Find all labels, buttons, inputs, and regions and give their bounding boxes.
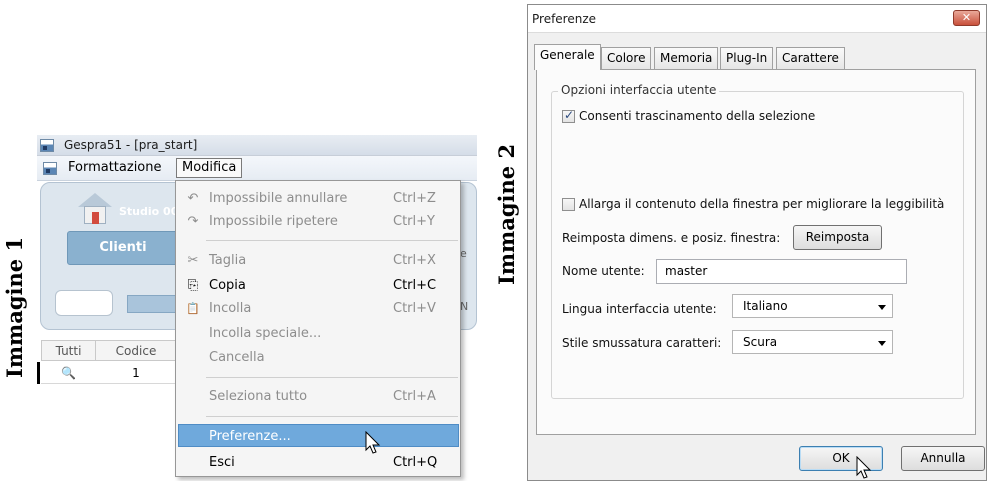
checkbox-drag-selection-label[interactable]: Consenti trascinamento della selezione bbox=[579, 109, 815, 123]
cancel-button[interactable]: Annulla bbox=[901, 446, 985, 471]
checkbox-enlarge-content-label[interactable]: Allarga il contenuto della finestra per … bbox=[579, 197, 944, 211]
language-label: Lingua interfaccia utente: bbox=[562, 302, 717, 316]
home-icon[interactable] bbox=[78, 193, 112, 225]
menu-item-ripeti[interactable]: ↷ Impossibile ripetere Ctrl+Y bbox=[178, 210, 459, 233]
menu-item-label: Cancella bbox=[209, 350, 265, 365]
caption-immagine-1: Immagine 1 bbox=[2, 236, 27, 378]
reset-window-button[interactable]: Reimposta bbox=[793, 225, 882, 250]
language-select-value: Italiano bbox=[743, 299, 788, 313]
clienti-button[interactable]: Clienti bbox=[67, 231, 179, 265]
preferences-dialog: Preferenze ✕ Generale Colore Memoria Plu… bbox=[527, 4, 987, 481]
menu-item-shortcut: Ctrl+Z bbox=[393, 191, 436, 206]
grid-header-tutti[interactable]: Tutti bbox=[41, 340, 96, 361]
background-text-fragment: e bbox=[460, 247, 467, 260]
dialog-titlebar: Preferenze ✕ bbox=[528, 5, 986, 33]
menu-item-shortcut: Ctrl+Q bbox=[393, 455, 438, 470]
menu-item-incolla-speciale[interactable]: Incolla speciale... bbox=[178, 322, 459, 345]
document-icon[interactable] bbox=[43, 162, 57, 175]
menu-item-esci[interactable]: Esci Ctrl+Q bbox=[178, 451, 459, 474]
menu-item-seleziona-tutto[interactable]: Seleziona tutto Ctrl+A bbox=[178, 385, 459, 408]
background-bar bbox=[127, 295, 179, 313]
menu-separator bbox=[206, 416, 458, 417]
copy-icon: ⎘ bbox=[187, 278, 199, 293]
checkbox-enlarge-content[interactable] bbox=[562, 198, 575, 211]
menu-item-shortcut: Ctrl+Y bbox=[393, 214, 435, 229]
studio-label: Studio 00 bbox=[119, 205, 179, 218]
chevron-down-icon bbox=[878, 305, 886, 310]
menu-item-label: Incolla bbox=[209, 301, 252, 316]
menu-item-shortcut: Ctrl+V bbox=[393, 301, 436, 316]
modifica-dropdown: ↶ Impossibile annullare Ctrl+Z ↷ Impossi… bbox=[175, 180, 461, 477]
menu-item-shortcut: Ctrl+X bbox=[393, 253, 436, 268]
app-icon bbox=[40, 139, 54, 152]
menu-item-preferenze[interactable]: Preferenze... bbox=[178, 424, 459, 447]
tab-generale[interactable]: Generale bbox=[534, 44, 601, 70]
dialog-title: Preferenze bbox=[532, 12, 597, 26]
font-smoothing-label: Stile smussatura caratteri: bbox=[562, 336, 722, 350]
caption-immagine-2: Immagine 2 bbox=[494, 143, 519, 285]
menu-item-shortcut: Ctrl+C bbox=[393, 278, 437, 293]
menu-item-label: Seleziona tutto bbox=[209, 389, 308, 404]
row-marker bbox=[37, 362, 40, 384]
font-smoothing-select-value: Scura bbox=[743, 335, 778, 349]
checkbox-drag-selection[interactable] bbox=[562, 108, 575, 123]
menu-formattazione[interactable]: Formattazione bbox=[63, 158, 167, 178]
user-name-label: Nome utente: bbox=[562, 264, 645, 278]
menu-item-label: Esci bbox=[209, 455, 235, 470]
tab-carattere[interactable]: Carattere bbox=[776, 47, 845, 69]
menu-item-shortcut: Ctrl+A bbox=[393, 389, 436, 404]
user-name-field[interactable]: master bbox=[656, 259, 907, 284]
chevron-down-icon bbox=[878, 341, 886, 346]
font-smoothing-select[interactable]: Scura bbox=[732, 330, 893, 354]
cut-icon: ✂ bbox=[187, 253, 199, 268]
grid-header-codice[interactable]: Codice bbox=[95, 340, 177, 361]
tab-memoria[interactable]: Memoria bbox=[654, 47, 719, 69]
background-text-fragment: N bbox=[460, 300, 469, 313]
menu-item-cancella[interactable]: Cancella bbox=[178, 346, 459, 369]
menu-item-taglia[interactable]: ✂ Taglia Ctrl+X bbox=[178, 249, 459, 272]
menu-item-label: Taglia bbox=[209, 253, 247, 268]
menu-item-label: Incolla speciale... bbox=[209, 326, 322, 341]
tab-plug-in[interactable]: Plug-In bbox=[720, 47, 774, 69]
search-icon[interactable]: 🔍 bbox=[41, 362, 96, 384]
grid-cell-codice: 1 bbox=[95, 362, 177, 384]
menu-item-label: Impossibile annullare bbox=[209, 191, 348, 206]
tab-colore[interactable]: Colore bbox=[601, 47, 652, 69]
menu-separator bbox=[206, 377, 458, 378]
app-title: Gespra51 - [pra_start] bbox=[64, 138, 198, 152]
redo-icon: ↷ bbox=[187, 214, 199, 229]
menu-item-label: Impossibile ripetere bbox=[209, 214, 338, 229]
menu-modifica[interactable]: Modifica bbox=[176, 158, 243, 178]
paste-icon: 📋 bbox=[186, 302, 200, 315]
reset-window-label: Reimposta dimens. e posiz. finestra: bbox=[562, 231, 781, 245]
menu-separator bbox=[206, 240, 458, 241]
language-select[interactable]: Italiano bbox=[732, 294, 893, 318]
close-icon[interactable]: ✕ bbox=[953, 10, 980, 26]
menu-item-annulla[interactable]: ↶ Impossibile annullare Ctrl+Z bbox=[178, 187, 459, 210]
menu-item-label: Copia bbox=[209, 278, 246, 293]
undo-icon: ↶ bbox=[187, 191, 199, 206]
menu-item-label: Preferenze... bbox=[209, 429, 291, 444]
group-label: Opzioni interfaccia utente bbox=[558, 83, 720, 97]
background-field[interactable] bbox=[55, 290, 113, 316]
menu-item-copia[interactable]: ⎘ Copia Ctrl+C bbox=[178, 274, 459, 297]
menu-item-incolla[interactable]: 📋 Incolla Ctrl+V bbox=[178, 297, 459, 320]
menu-bar: Formattazione Modifica bbox=[37, 156, 477, 181]
app-titlebar: Gespra51 - [pra_start] bbox=[37, 135, 477, 156]
